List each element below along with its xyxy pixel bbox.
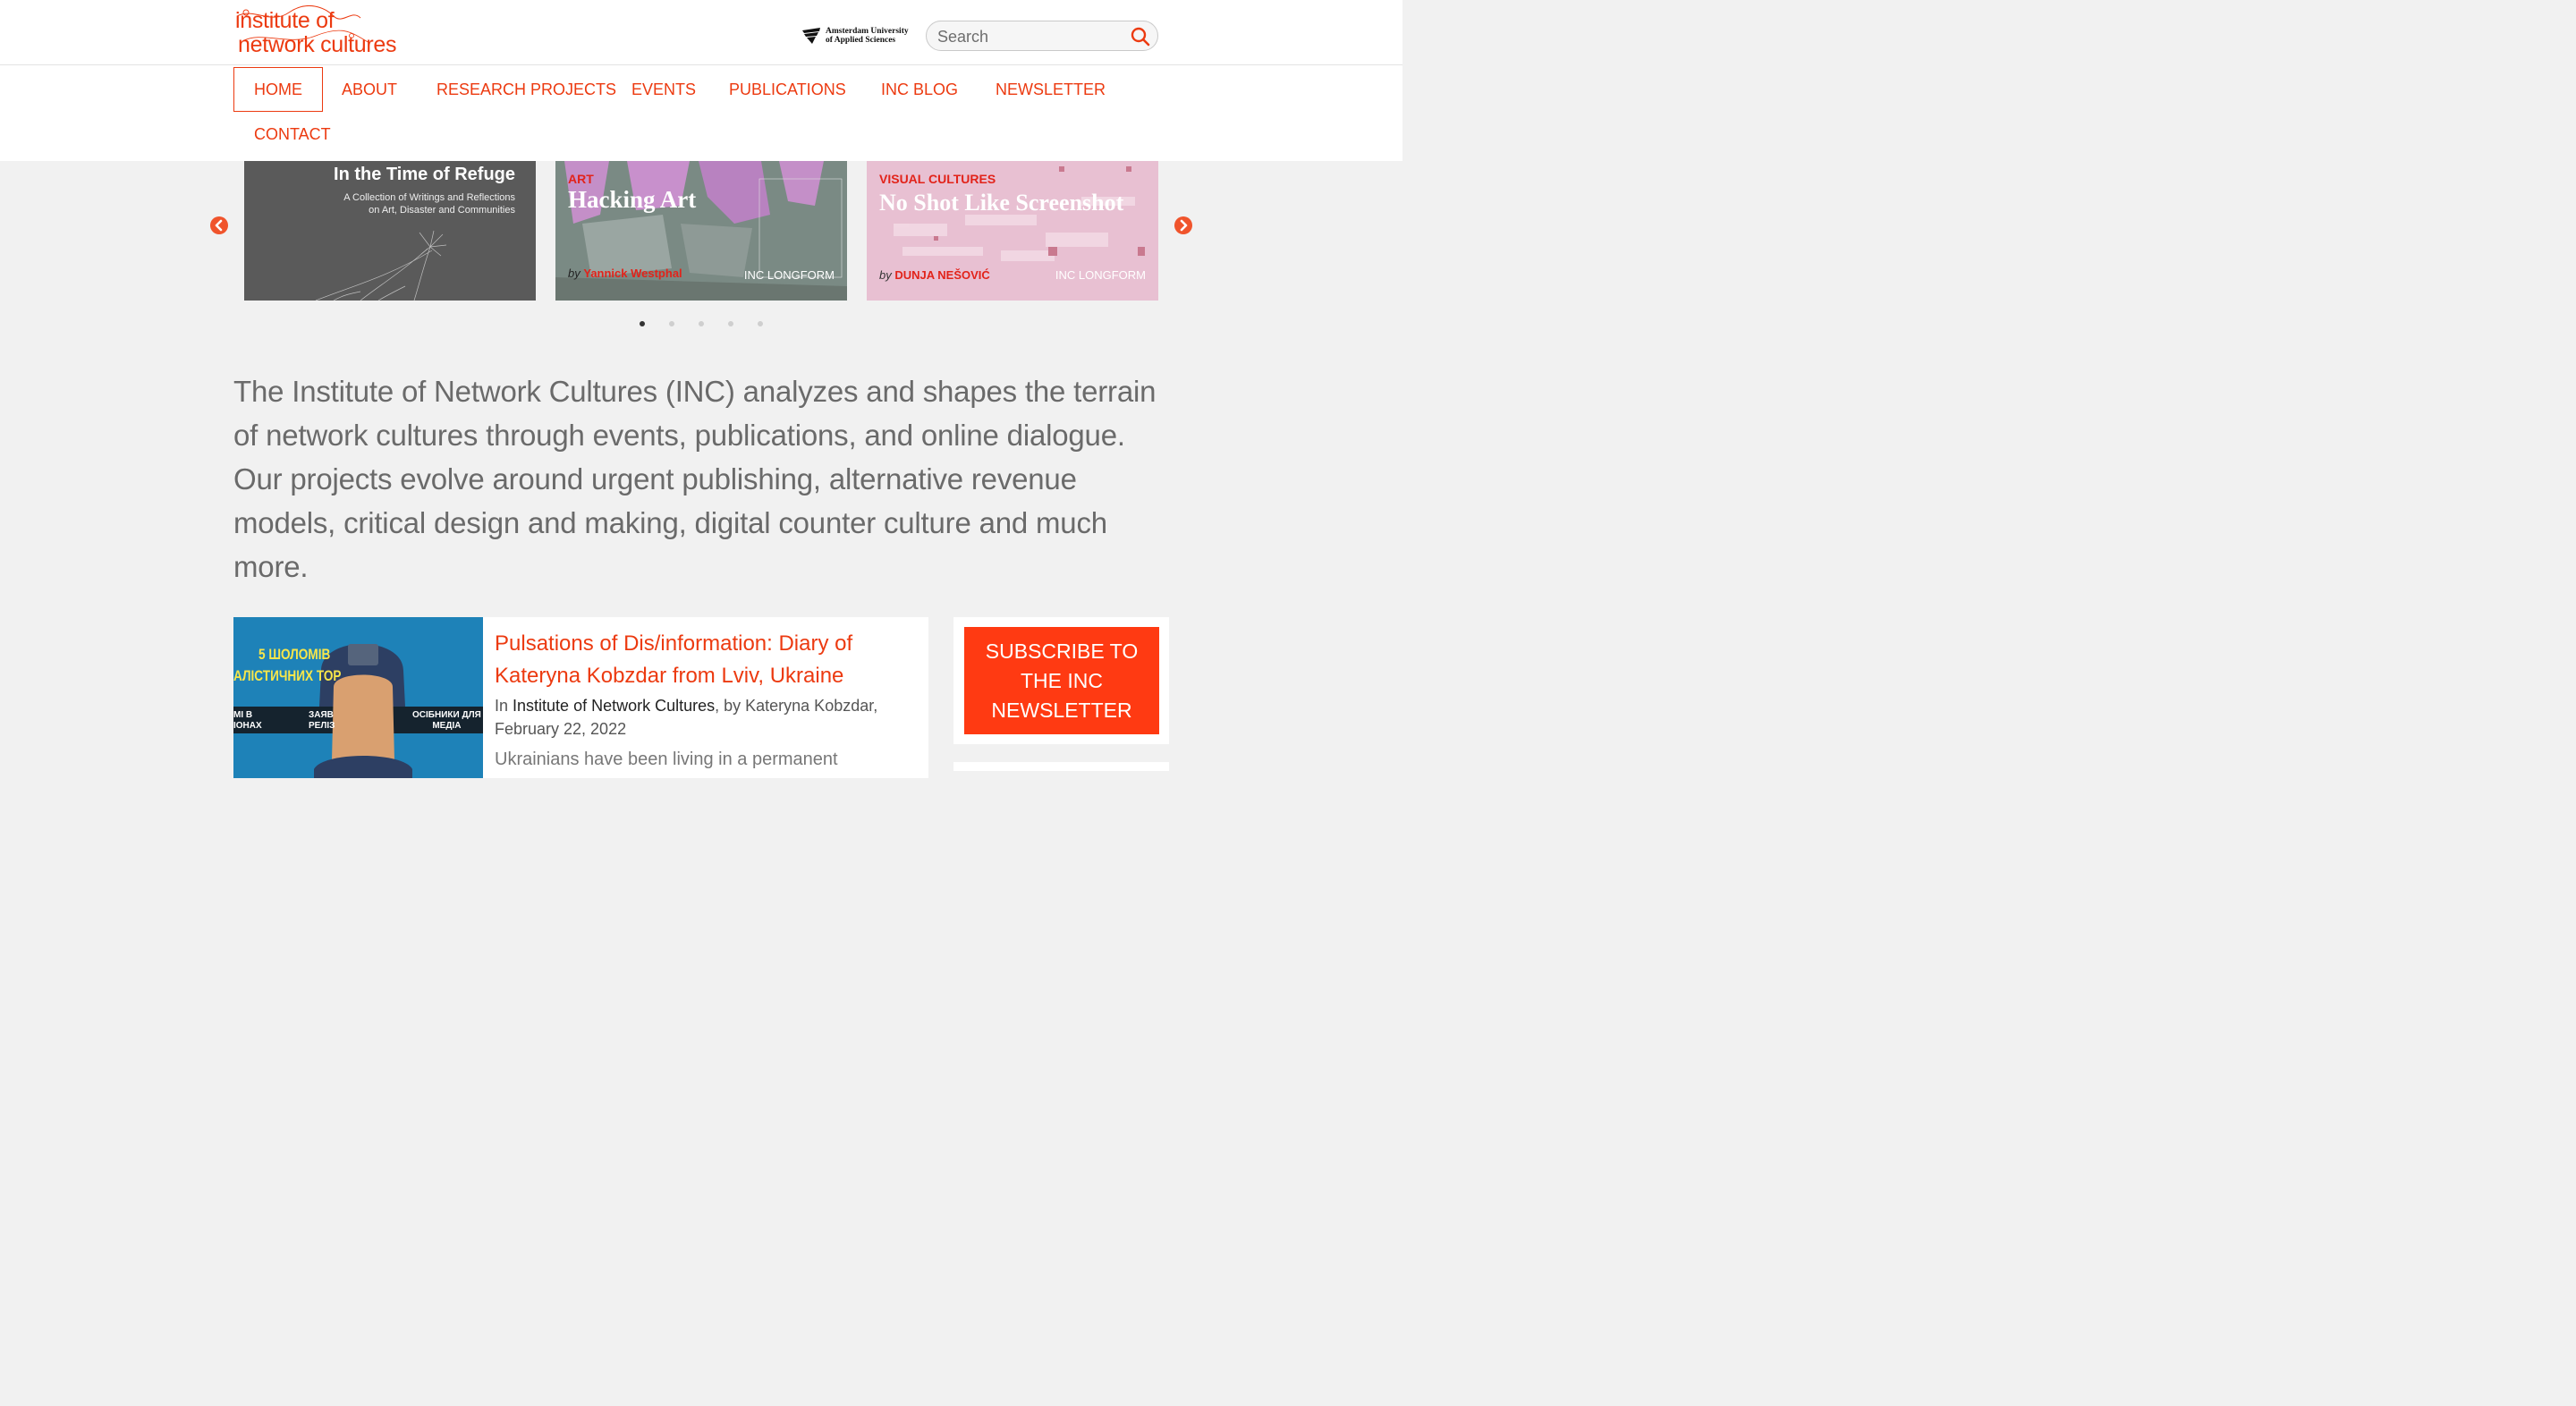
hva-wing-icon — [802, 28, 820, 44]
nav-events[interactable]: EVENTS — [631, 67, 696, 112]
nav-newsletter[interactable]: NEWSLETTER — [996, 67, 1106, 112]
slide-category: VISUAL CULTURES — [879, 172, 996, 186]
nav-home[interactable]: HOME — [233, 67, 323, 112]
post-meta: In Institute of Network Cultures, by Kat… — [495, 694, 915, 741]
carousel-dot-1[interactable] — [640, 321, 645, 326]
subscribe-line-1: SUBSCRIBE TO — [985, 639, 1139, 663]
nav-inc-blog[interactable]: INC BLOG — [881, 67, 958, 112]
intro-text: The Institute of Network Cultures (INC) … — [233, 375, 1157, 583]
slide-subtitle-line-2: on Art, Disaster and Communities — [369, 205, 515, 216]
carousel-slide-no-shot[interactable]: VISUAL CULTURES No Shot Like Screenshot … — [867, 161, 1158, 301]
thumb-text-8: МЕДІА — [432, 721, 462, 731]
carousel-dot-4[interactable] — [728, 321, 733, 326]
main-nav: HOME ABOUT RESEARCH PROJECTS EVENTS PUBL… — [0, 65, 1402, 161]
subscribe-newsletter-button[interactable]: SUBSCRIBE TO THE INC NEWSLETTER — [964, 627, 1159, 734]
chevron-left-icon — [215, 219, 223, 232]
carousel-dot-2[interactable] — [669, 321, 674, 326]
post-category-link[interactable]: Institute of Network Cultures — [513, 697, 715, 715]
nav-research-projects[interactable]: RESEARCH PROJECTS — [436, 67, 616, 112]
carousel-next-button[interactable] — [1174, 216, 1192, 234]
slide-category: ART — [568, 172, 594, 186]
thumb-text-7: ОСІБНИКИ ДЛЯ — [412, 710, 481, 720]
nav-about[interactable]: ABOUT — [342, 67, 397, 112]
amsterdam-university-logo[interactable]: Amsterdam University of Applied Sciences — [801, 26, 916, 47]
site-header: institute of network cultures Amsterdam … — [0, 0, 1402, 65]
subscribe-line-2: THE INC — [1021, 669, 1103, 692]
thumb-text-1: 5 ШОЛОМІВ — [258, 646, 331, 663]
partner-line-1: Amsterdam University — [826, 27, 909, 36]
carousel-dot-5[interactable] — [758, 321, 763, 326]
sidebar-widget-2 — [953, 762, 1169, 771]
search-box — [926, 21, 1158, 51]
thumb-text-5: ЗАЯВ — [309, 710, 334, 720]
slide-author: DUNJA NEŠOVIĆ — [894, 268, 990, 282]
logo-line-2: network cultures — [238, 32, 397, 57]
post-card: 5 ШОЛОМІВ АЛІСТИЧНИХ ТОР МІ В ІОНАХ ЗАЯВ… — [233, 617, 928, 778]
post-meta-in: In — [495, 697, 509, 715]
post-title[interactable]: Pulsations of Dis/information: Diary of … — [495, 628, 915, 692]
slide-series: INC LONGFORM — [1055, 268, 1146, 282]
search-input[interactable] — [937, 27, 1116, 47]
nav-contact[interactable]: CONTACT — [254, 112, 331, 157]
thumb-text-4: ІОНАХ — [233, 721, 262, 731]
slide-author-prefix: by — [568, 267, 580, 280]
post-excerpt: Ukrainians have been living in a permane… — [495, 750, 838, 769]
sidebar-widget: SUBSCRIBE TO THE INC NEWSLETTER — [953, 617, 1169, 744]
subscribe-line-3: NEWSLETTER — [991, 699, 1132, 722]
search-icon[interactable] — [1131, 27, 1150, 47]
slide-title: In the Time of Refuge — [334, 165, 515, 184]
slide-series: INC LONGFORM — [743, 268, 835, 282]
nav-publications[interactable]: PUBLICATIONS — [729, 67, 846, 112]
thumb-text-6: РЕЛІЗ — [309, 721, 335, 731]
carousel-dot-3[interactable] — [699, 321, 704, 326]
thumb-text-3: МІ В — [233, 710, 253, 720]
slide-subtitle-line-1: A Collection of Writings and Reflections — [343, 192, 515, 203]
partner-line-2: of Applied Sciences — [826, 36, 896, 45]
carousel-slide-refuge[interactable]: In the Time of Refuge A Collection of Wr… — [244, 161, 536, 301]
slide-author-prefix: by — [879, 268, 892, 282]
carousel-prev-button[interactable] — [210, 216, 228, 234]
site-logo[interactable]: institute of network cultures — [235, 5, 414, 59]
carousel-slide-hacking-art[interactable]: ART Hacking Art by Yannick Westphal INC … — [555, 161, 847, 301]
post-thumbnail[interactable]: 5 ШОЛОМІВ АЛІСТИЧНИХ ТОР МІ В ІОНАХ ЗАЯВ… — [233, 617, 483, 778]
slide-title: No Shot Like Screenshot — [879, 190, 1124, 216]
soldier-illustration — [233, 617, 483, 778]
slide-title: Hacking Art — [568, 186, 697, 213]
thumb-text-2: АЛІСТИЧНИХ ТОР — [233, 667, 342, 684]
slide-author: Yannick Westphal — [583, 267, 682, 280]
logo-line-1: institute of — [235, 8, 335, 33]
chevron-right-icon — [1180, 219, 1188, 232]
